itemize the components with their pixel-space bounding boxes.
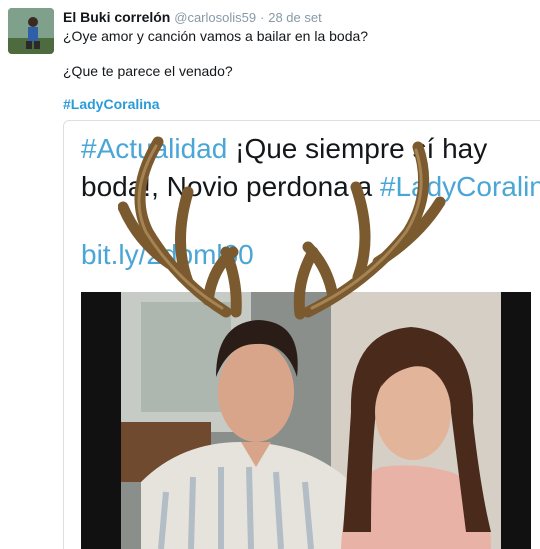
avatar[interactable] [8, 8, 54, 54]
antlers-overlay [118, 136, 446, 320]
author-handle[interactable]: @carlosolis59 [174, 10, 256, 25]
author-name[interactable]: El Buki correlón [63, 9, 170, 25]
tweet-hashtag-link[interactable]: #LadyCoralina [63, 96, 159, 112]
tweet-header: El Buki correlón @carlosolis59 · 28 de s… [63, 9, 322, 25]
tweet-text-line1: ¿Oye amor y canción vamos a bailar en la… [63, 28, 369, 44]
tweet-date[interactable]: 28 de set [268, 10, 322, 25]
tweet-text-line2: ¿Que te parece el venado? [63, 63, 233, 79]
avatar-image [8, 8, 54, 54]
separator-dot: · [259, 10, 265, 25]
